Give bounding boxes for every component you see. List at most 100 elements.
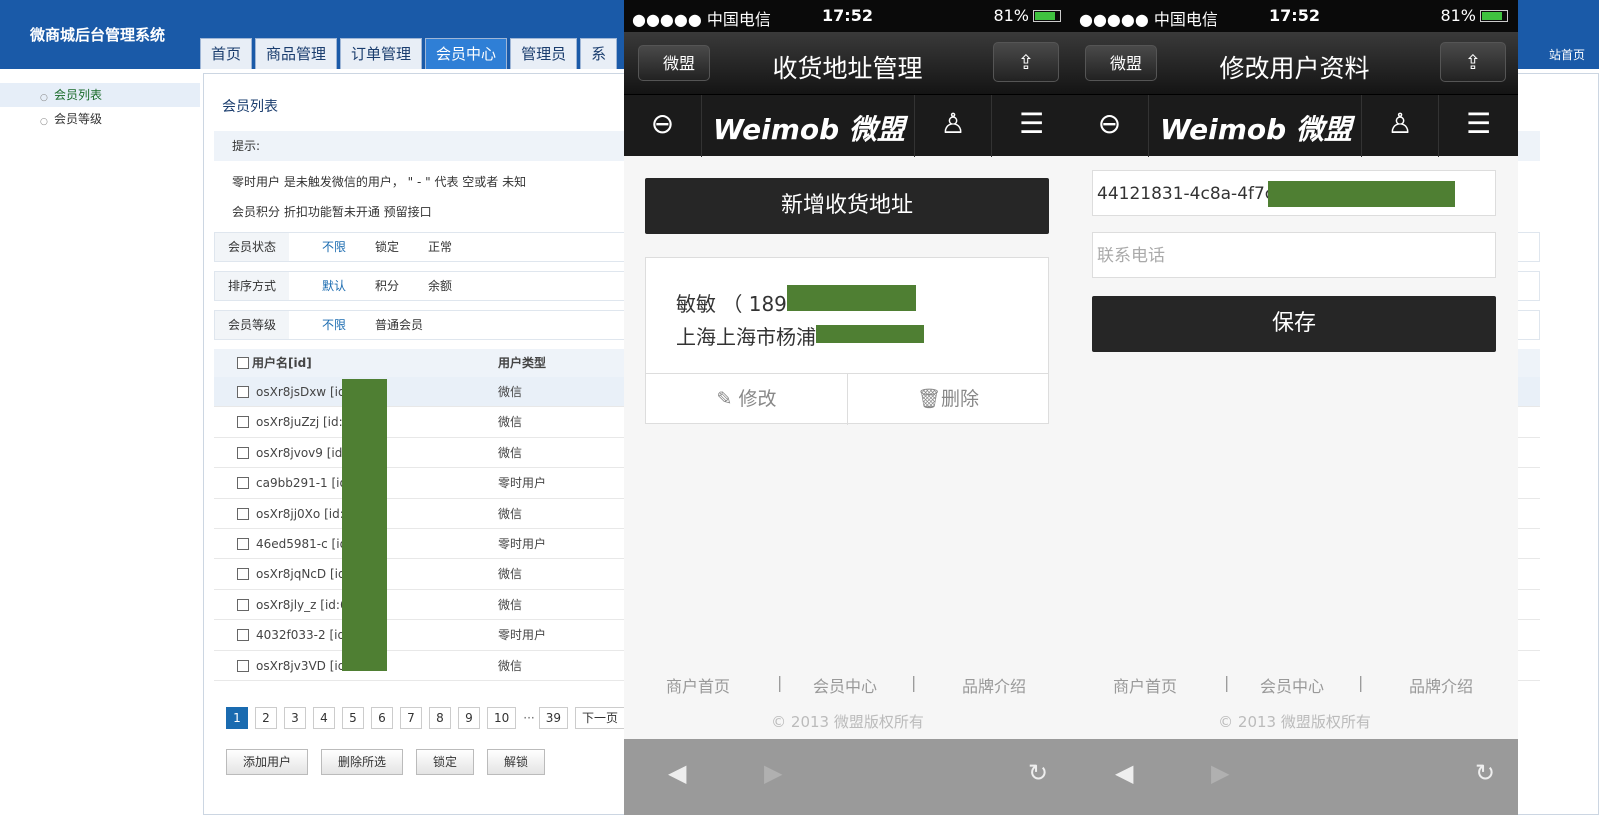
filter-option[interactable]: 默认: [322, 272, 346, 300]
delete-address-button[interactable]: 🗑删除: [847, 374, 1048, 425]
user-icon: ♙: [1387, 107, 1413, 140]
next-page-link[interactable]: 下一页: [575, 707, 626, 729]
row-checkbox[interactable]: [237, 629, 249, 642]
filter-option[interactable]: 锁定: [375, 233, 399, 261]
page-link-4[interactable]: 4: [313, 707, 335, 729]
row-checkbox[interactable]: [237, 659, 249, 672]
browser-back-icon[interactable]: ◀: [1115, 759, 1133, 787]
page-link-3[interactable]: 3: [284, 707, 306, 729]
address-actions: ✎ 修改 🗑删除: [646, 373, 1048, 425]
tab-admins[interactable]: 管理员: [510, 38, 578, 69]
back-circle-icon: ⊖: [650, 107, 675, 140]
row-checkbox[interactable]: [237, 568, 249, 581]
reload-icon[interactable]: ↻: [1475, 759, 1495, 787]
delete-selected-button[interactable]: 删除所选: [321, 749, 404, 775]
delete-label: 删除: [941, 388, 980, 410]
user-button[interactable]: ♙: [1361, 95, 1439, 157]
row-checkbox[interactable]: [237, 477, 249, 490]
add-user-button[interactable]: 添加用户: [226, 749, 309, 775]
tab-products[interactable]: 商品管理: [255, 38, 338, 69]
cell-type: 零时用户: [498, 536, 547, 551]
page-title: 会员列表: [222, 99, 278, 115]
tab-system[interactable]: 系: [580, 38, 618, 69]
tab-orders[interactable]: 订单管理: [340, 38, 423, 69]
share-button[interactable]: ⇪: [993, 42, 1059, 82]
phone-placeholder: 联系电话: [1097, 246, 1165, 266]
cell-type: 微信: [498, 658, 523, 673]
footer-link-brand-intro[interactable]: 品牌介绍: [962, 673, 1026, 697]
app-title: 微商城后台管理系统: [30, 26, 166, 44]
footer-separator: |: [777, 673, 783, 692]
page-link-1[interactable]: 1: [226, 707, 248, 729]
footer-link-member-center[interactable]: 会员中心: [813, 673, 877, 697]
row-checkbox[interactable]: [237, 537, 249, 550]
filter-option[interactable]: 不限: [322, 233, 346, 261]
select-all-checkbox[interactable]: [237, 357, 249, 369]
footer-separator: |: [911, 673, 917, 692]
page-link-8[interactable]: 8: [429, 707, 451, 729]
share-icon: ⇪: [1464, 50, 1482, 74]
copyright-text: © 2013 微盟版权所有: [771, 713, 924, 731]
back-circle-button[interactable]: ⊖: [624, 95, 702, 157]
filter-label: 排序方式: [215, 272, 289, 300]
page-link-2[interactable]: 2: [255, 707, 277, 729]
list-icon: ☰: [1018, 107, 1045, 140]
share-button[interactable]: ⇪: [1440, 42, 1506, 82]
row-checkbox[interactable]: [237, 598, 249, 611]
footer-link-merchant-home[interactable]: 商户首页: [1113, 673, 1177, 697]
weimob-logo: Weimob 微盟: [713, 113, 905, 146]
row-checkbox[interactable]: [237, 446, 249, 459]
save-button[interactable]: 保存: [1092, 296, 1496, 352]
hint-title: 提示:: [232, 139, 261, 153]
page-link-7[interactable]: 7: [400, 707, 422, 729]
tab-home[interactable]: 首页: [200, 38, 253, 69]
battery-icon: [1480, 10, 1508, 22]
column-header-username: 用户名[id]: [252, 356, 312, 370]
action-bar: 添加用户 删除所选 锁定 解锁: [226, 749, 558, 775]
sidebar-item-member-level[interactable]: ○ 会员等级: [0, 107, 200, 131]
footer-link-member-center[interactable]: 会员中心: [1260, 673, 1324, 697]
lock-button[interactable]: 锁定: [416, 749, 475, 775]
reload-icon[interactable]: ↻: [1028, 759, 1048, 787]
unlock-button[interactable]: 解锁: [487, 749, 546, 775]
site-home-link[interactable]: 站首页: [1549, 46, 1585, 63]
hint-note: 会员积分 折扣功能暂未开通 预留接口: [232, 205, 432, 219]
back-circle-icon: ⊖: [1097, 107, 1122, 140]
row-checkbox[interactable]: [237, 507, 249, 520]
filter-option[interactable]: 正常: [428, 233, 452, 261]
cell-type: 微信: [498, 597, 523, 612]
filter-option[interactable]: 余额: [428, 272, 452, 300]
row-checkbox[interactable]: [237, 386, 249, 398]
browser-forward-icon[interactable]: ▶: [764, 759, 782, 787]
page-link-10[interactable]: 10: [487, 707, 517, 729]
page-link-6[interactable]: 6: [371, 707, 393, 729]
redaction-block: [1268, 181, 1455, 207]
tab-members[interactable]: 会员中心: [425, 38, 508, 69]
column-header-type: 用户类型: [498, 356, 547, 370]
menu-button[interactable]: ☰: [992, 95, 1071, 157]
user-button[interactable]: ♙: [914, 95, 992, 157]
phone-input[interactable]: 联系电话: [1092, 232, 1496, 278]
browser-forward-icon[interactable]: ▶: [1211, 759, 1229, 787]
add-address-button[interactable]: 新增收货地址: [645, 178, 1049, 234]
footer-link-brand-intro[interactable]: 品牌介绍: [1409, 673, 1473, 697]
page-link-5[interactable]: 5: [342, 707, 364, 729]
browser-back-icon[interactable]: ◀: [668, 759, 686, 787]
footer-link-merchant-home[interactable]: 商户首页: [666, 673, 730, 697]
edit-address-button[interactable]: ✎ 修改: [646, 374, 847, 425]
filter-option[interactable]: 不限: [322, 311, 346, 339]
filter-option[interactable]: 积分: [375, 272, 399, 300]
row-checkbox[interactable]: [237, 416, 249, 429]
filter-option[interactable]: 普通会员: [375, 311, 423, 339]
menu-button[interactable]: ☰: [1439, 95, 1518, 157]
main-nav: 首页 商品管理 订单管理 会员中心 管理员 系: [200, 38, 620, 69]
bullet-icon: ○: [40, 117, 48, 127]
brand-bar: ⊖ Weimob 微盟 ♙ ☰: [624, 94, 1071, 157]
back-circle-button[interactable]: ⊖: [1071, 95, 1149, 157]
sidebar-item-member-list[interactable]: ○ 会员列表: [0, 83, 200, 107]
browser-toolbar: ◀ ▶ ↻: [1071, 739, 1518, 815]
page-link-39[interactable]: 39: [538, 707, 569, 729]
hint-note: 零时用户 是未触发微信的用户， " - " 代表 空或者 未知: [232, 175, 527, 189]
status-bar: ●●●●● 中国电信 17:52 81%: [624, 0, 1071, 32]
page-link-9[interactable]: 9: [458, 707, 480, 729]
